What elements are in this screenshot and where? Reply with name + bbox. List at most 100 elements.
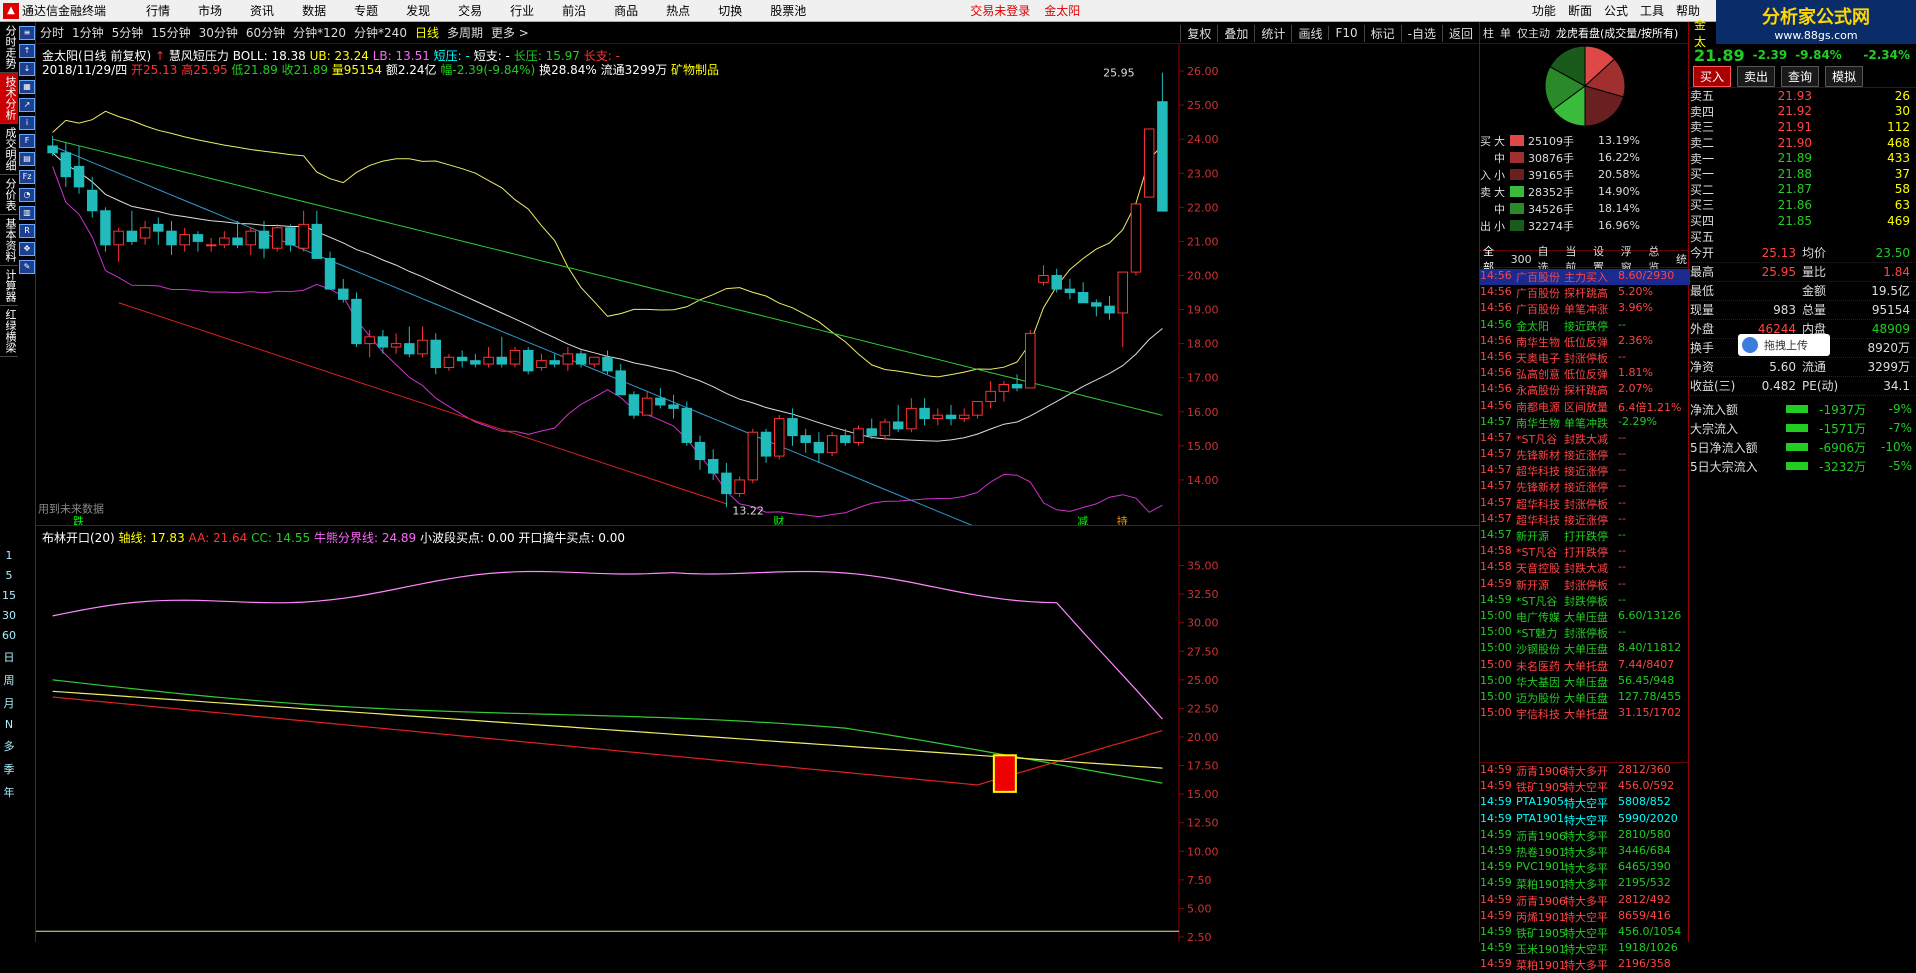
period-item[interactable]: 1 [0, 549, 18, 562]
menu-item[interactable]: 专题 [354, 2, 378, 19]
period-item[interactable]: 30 [0, 609, 18, 622]
alert-row[interactable]: 14:57 超华科技 接近涨停 -- [1480, 463, 1690, 479]
futures-row[interactable]: 14:59 PTA1905 特大空平 5808/852 [1480, 795, 1690, 811]
alert-row[interactable]: 14:57 超华科技 封涨停板 -- [1480, 496, 1690, 512]
futures-row[interactable]: 14:59 铁矿1905 特大空平 456.0/592 [1480, 779, 1690, 795]
period-item[interactable]: N [0, 718, 18, 731]
period-tab[interactable]: 多周期 [447, 24, 483, 41]
menu-item-right[interactable]: 工具 [1640, 2, 1664, 19]
alert-row[interactable]: 14:56 南华生物 低位反弹 2.36% [1480, 334, 1690, 350]
menu-item[interactable]: 行情 [146, 2, 170, 19]
flow-tab[interactable]: 单 [1500, 25, 1511, 41]
toolbar-button[interactable]: 复权 [1180, 24, 1217, 42]
menu-item[interactable]: 交易 [458, 2, 482, 19]
table-icon[interactable]: ▤ [19, 152, 35, 166]
buy-button[interactable]: 买入 [1693, 66, 1732, 87]
futures-row[interactable]: 14:59 沥青1906 特大多平 2810/580 [1480, 828, 1690, 844]
tab-redgreen[interactable]: 红绿横梁 [0, 306, 18, 357]
alert-row[interactable]: 14:57 *ST凡谷 封跌大减 -- [1480, 431, 1690, 447]
bar-icon[interactable]: ▥ [19, 206, 35, 220]
info-icon[interactable]: i [19, 116, 35, 130]
tab-price-table[interactable]: 分价表 [0, 175, 18, 215]
futures-row[interactable]: 14:59 PVC1901 特大多平 6465/390 [1480, 860, 1690, 876]
list-icon[interactable]: ≡ [19, 26, 35, 40]
alert-row[interactable]: 14:56 广百股份 单笔冲涨 3.96% [1480, 301, 1690, 317]
order-book-row[interactable]: 买三 21.86 63 [1690, 197, 1916, 213]
menu-item[interactable]: 资讯 [250, 2, 274, 19]
period-tab[interactable]: 1分钟 [72, 24, 104, 41]
menu-item[interactable]: 发现 [406, 2, 430, 19]
flow-tab[interactable]: 柱 [1483, 25, 1494, 41]
tab-calculator[interactable]: 计算器 [0, 266, 18, 306]
alert-row[interactable]: 15:00 华大基因 大单压盘 56.45/948 [1480, 674, 1690, 690]
futures-row[interactable]: 14:59 丙烯1901 特大空平 8659/416 [1480, 909, 1690, 925]
alert-row[interactable]: 14:56 金太阳 接近跌停 -- [1480, 318, 1690, 334]
menu-item-right[interactable]: 公式 [1604, 2, 1628, 19]
alert-row[interactable]: 15:00 宇信科技 大单托盘 31.15/1702 [1480, 706, 1690, 722]
alert-row[interactable]: 14:56 广百股份 探杆跳高 5.20% [1480, 285, 1690, 301]
order-book-row[interactable]: 卖一 21.89 433 [1690, 150, 1916, 166]
futures-row[interactable]: 14:59 铁矿1905 特大空平 456.0/1054 [1480, 925, 1690, 941]
order-book-row[interactable]: 卖三 21.91 112 [1690, 119, 1916, 135]
pencil-icon[interactable]: ✎ [19, 260, 35, 274]
order-book-row[interactable]: 卖五 21.93 26 [1690, 88, 1916, 104]
period-item[interactable]: 年 [0, 784, 18, 800]
menu-item[interactable]: 热点 [666, 2, 690, 19]
toolbar-button[interactable]: 画线 [1291, 24, 1328, 42]
alert-row[interactable]: 14:56 永高股份 探杆跳高 2.07% [1480, 382, 1690, 398]
toolbar-button[interactable]: 统计 [1254, 24, 1291, 42]
toolbar-button[interactable]: 返回 [1441, 24, 1479, 42]
down-icon[interactable]: ↓ [19, 62, 35, 76]
chart-icon[interactable]: ↗ [19, 98, 35, 112]
period-item[interactable]: 日 [0, 649, 18, 665]
flow-tab[interactable]: 仅主动 [1517, 25, 1550, 41]
order-book-row[interactable]: 买一 21.88 37 [1690, 166, 1916, 182]
rsi-icon[interactable]: R [19, 224, 35, 238]
tab-fundamentals[interactable]: 基本资料 [0, 215, 18, 266]
menu-item[interactable]: 数据 [302, 2, 326, 19]
futures-row[interactable]: 14:59 PTA1901 特大空平 5990/2020 [1480, 812, 1690, 828]
up-icon[interactable]: ↑ [19, 44, 35, 58]
alert-row[interactable]: 14:59 *ST凡谷 封跌停板 -- [1480, 593, 1690, 609]
period-item[interactable]: 5 [0, 569, 18, 582]
order-book-row[interactable]: 买五 [1690, 228, 1916, 244]
alert-row[interactable]: 14:58 *ST凡谷 打开跌停 -- [1480, 544, 1690, 560]
period-tab[interactable]: 分时 [40, 24, 64, 41]
menu-item[interactable]: 股票池 [770, 2, 806, 19]
alert-row[interactable]: 14:57 先锋新材 接近涨停 -- [1480, 447, 1690, 463]
futures-row[interactable]: 14:59 菜粕1901 特大多平 2196/358 [1480, 957, 1690, 973]
tab-technical[interactable]: 技术分析 [0, 73, 18, 124]
boll-open-chart[interactable]: 2.50 5.00 7.50 10.00 12.50 15.00 17.50 20.00 22.… [36, 527, 1479, 942]
simulate-button[interactable]: 模拟 [1825, 66, 1864, 87]
pie-icon[interactable]: ◔ [19, 188, 35, 202]
alert-row[interactable]: 14:57 先锋新材 接近涨停 -- [1480, 479, 1690, 495]
flow-tab-active[interactable]: 龙虎看盘(成交量/按所有) [1556, 25, 1678, 41]
futures-row[interactable]: 14:59 沥青1906 特大多开 2812/360 [1480, 763, 1690, 779]
period-item[interactable]: 周 [0, 672, 18, 688]
alert-row[interactable]: 14:56 天奥电子 封涨停板 -- [1480, 350, 1690, 366]
alert-row[interactable]: 15:00 沙钢股份 大单压盘 8.40/11812 [1480, 641, 1690, 657]
period-tab[interactable]: 更多 > [491, 24, 529, 41]
period-item[interactable]: 月 [0, 695, 18, 711]
alert-row[interactable]: 14:56 南都电源 区间放量 6.4倍1.21% [1480, 399, 1690, 415]
menu-item[interactable]: 行业 [510, 2, 534, 19]
alert-row[interactable]: 14:58 天音控股 封跌大减 -- [1480, 560, 1690, 576]
toolbar-button[interactable]: -自选 [1400, 24, 1442, 42]
order-book-row[interactable]: 卖四 21.92 30 [1690, 104, 1916, 120]
period-tab[interactable]: 分钟*120 [293, 24, 346, 41]
period-item[interactable]: 15 [0, 589, 18, 602]
order-book-row[interactable]: 买二 21.87 58 [1690, 182, 1916, 198]
menu-item-right[interactable]: 功能 [1532, 2, 1556, 19]
tab-trades[interactable]: 成交明细 [0, 124, 18, 175]
toolbar-button[interactable]: 标记 [1363, 24, 1401, 42]
futures-row[interactable]: 14:59 玉米1901 特大空平 1918/1026 [1480, 941, 1690, 957]
futures-row[interactable]: 14:59 菜粕1901 特大多平 2195/532 [1480, 876, 1690, 892]
alert-row[interactable]: 14:57 南华生物 单笔冲跌 -2.29% [1480, 415, 1690, 431]
toolbar-button[interactable]: F10 [1328, 26, 1363, 40]
menu-item-right[interactable]: 断面 [1568, 2, 1592, 19]
fund-icon[interactable]: F [19, 134, 35, 148]
query-button[interactable]: 查询 [1781, 66, 1820, 87]
alert-row[interactable]: 15:00 未名医药 大单托盘 7.44/8407 [1480, 658, 1690, 674]
sell-button[interactable]: 卖出 [1737, 66, 1776, 87]
tab-timeshare[interactable]: 分时走势 [0, 22, 18, 73]
